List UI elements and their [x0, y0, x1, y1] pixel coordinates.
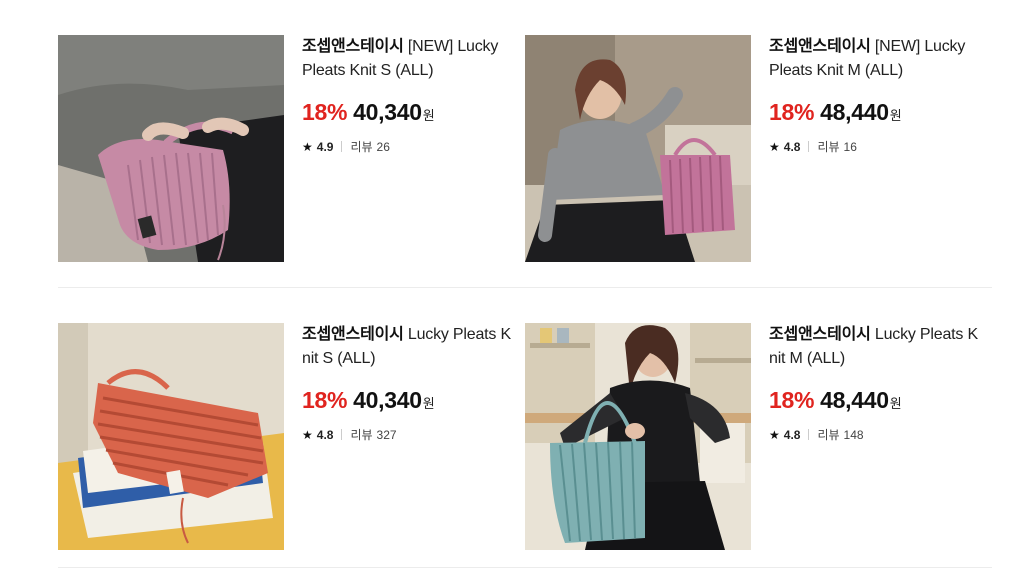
review-label: 리뷰: [350, 140, 373, 154]
product-info: 조셉앤스테이시 Lucky Pleats Knit M (ALL) 18% 48…: [769, 323, 979, 443]
sale-price: 48,440: [820, 387, 889, 413]
product-row: 조셉앤스테이시 [NEW] Lucky Pleats Knit S (ALL) …: [58, 0, 992, 288]
star-icon: ★: [769, 139, 780, 154]
review-label: 리뷰: [817, 140, 840, 154]
review-meta: ★ 4.9 리뷰 26: [302, 138, 512, 155]
price-row: 18% 48,440 원: [769, 387, 979, 414]
star-icon: ★: [302, 427, 313, 442]
review-label: 리뷰: [350, 428, 373, 442]
rating-value: 4.8: [783, 427, 801, 442]
review-count: 26: [376, 139, 390, 154]
currency-unit: 원: [422, 108, 435, 123]
rating-value: 4.9: [316, 139, 334, 154]
product-row: 조셉앤스테이시 Lucky Pleats Knit S (ALL) 18% 40…: [58, 288, 992, 568]
product-image-woman-pink-bag[interactable]: [525, 35, 751, 262]
product-title[interactable]: 조셉앤스테이시 [NEW] Lucky Pleats Knit S (ALL): [302, 35, 512, 83]
product-image-pink-knit-bag[interactable]: [58, 35, 284, 262]
brand-name: 조셉앤스테이시: [302, 38, 404, 55]
review-meta: ★ 4.8 리뷰 327: [302, 426, 512, 443]
rating-value: 4.8: [316, 427, 334, 442]
price-row: 18% 48,440 원: [769, 99, 979, 126]
divider: [808, 429, 810, 440]
product-card[interactable]: 조셉앤스테이시 [NEW] Lucky Pleats Knit S (ALL) …: [58, 35, 518, 262]
brand-name: 조셉앤스테이시: [302, 326, 404, 343]
price-row: 18% 40,340 원: [302, 387, 512, 414]
product-grid: 조셉앤스테이시 [NEW] Lucky Pleats Knit S (ALL) …: [58, 0, 992, 568]
review-count: 327: [376, 427, 397, 442]
divider: [808, 141, 810, 152]
review-count: 148: [843, 427, 864, 442]
product-card[interactable]: 조셉앤스테이시 [NEW] Lucky Pleats Knit M (ALL) …: [525, 35, 985, 262]
product-image-woman-mint-bag[interactable]: [525, 323, 751, 550]
product-card[interactable]: 조셉앤스테이시 Lucky Pleats Knit S (ALL) 18% 40…: [58, 323, 518, 550]
star-icon: ★: [769, 427, 780, 442]
product-title[interactable]: 조셉앤스테이시 Lucky Pleats Knit M (ALL): [769, 323, 979, 371]
product-title[interactable]: 조셉앤스테이시 [NEW] Lucky Pleats Knit M (ALL): [769, 35, 979, 83]
rating-value: 4.8: [783, 139, 801, 154]
divider: [341, 141, 343, 152]
discount-rate: 18%: [302, 387, 348, 413]
currency-unit: 원: [422, 396, 435, 411]
currency-unit: 원: [889, 396, 902, 411]
discount-rate: 18%: [769, 387, 815, 413]
divider: [341, 429, 343, 440]
product-image-coral-bag-books[interactable]: [58, 323, 284, 550]
product-card[interactable]: 조셉앤스테이시 Lucky Pleats Knit M (ALL) 18% 48…: [525, 323, 985, 550]
sale-price: 40,340: [353, 99, 422, 125]
product-title[interactable]: 조셉앤스테이시 Lucky Pleats Knit S (ALL): [302, 323, 512, 371]
product-info: 조셉앤스테이시 [NEW] Lucky Pleats Knit S (ALL) …: [302, 35, 512, 155]
brand-name: 조셉앤스테이시: [769, 38, 871, 55]
sale-price: 48,440: [820, 99, 889, 125]
review-meta: ★ 4.8 리뷰 148: [769, 426, 979, 443]
product-info: 조셉앤스테이시 Lucky Pleats Knit S (ALL) 18% 40…: [302, 323, 512, 443]
review-count: 16: [843, 139, 857, 154]
sale-price: 40,340: [353, 387, 422, 413]
currency-unit: 원: [889, 108, 902, 123]
price-row: 18% 40,340 원: [302, 99, 512, 126]
star-icon: ★: [302, 139, 313, 154]
brand-name: 조셉앤스테이시: [769, 326, 871, 343]
discount-rate: 18%: [302, 99, 348, 125]
review-label: 리뷰: [817, 428, 840, 442]
product-info: 조셉앤스테이시 [NEW] Lucky Pleats Knit M (ALL) …: [769, 35, 979, 155]
discount-rate: 18%: [769, 99, 815, 125]
review-meta: ★ 4.8 리뷰 16: [769, 138, 979, 155]
